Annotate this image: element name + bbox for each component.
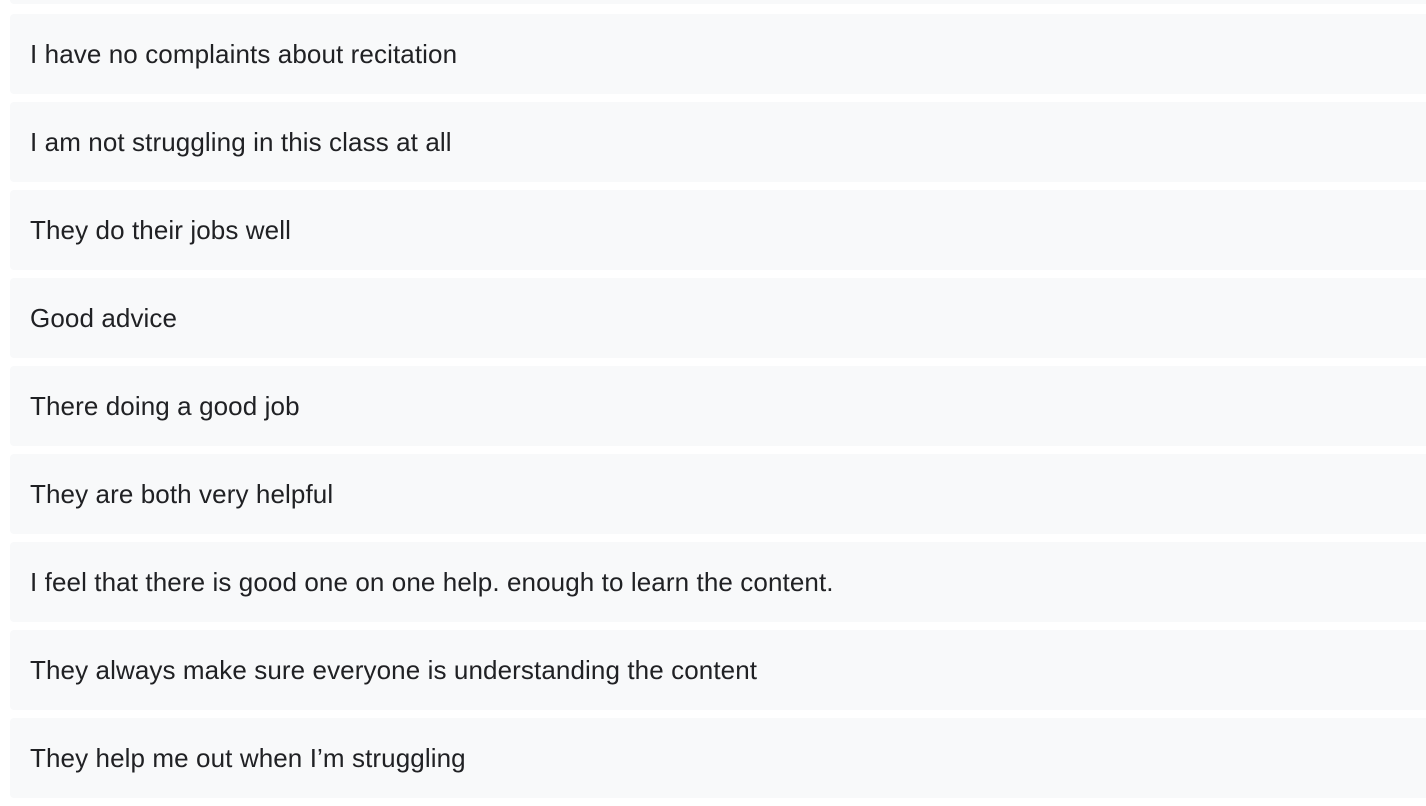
response-item: I have no complaints about recitation [10,14,1426,94]
response-item: They do their jobs well [10,190,1426,270]
response-item: There doing a good job [10,366,1426,446]
response-item: They help me out when I’m struggling [10,718,1426,798]
response-item: They are both very helpful [10,454,1426,534]
response-item: I am not struggling in this class at all [10,102,1426,182]
response-item: They always make sure everyone is unders… [10,630,1426,710]
response-item: I feel that there is good one on one hel… [10,542,1426,622]
response-list: I have no complaints about recitation I … [0,0,1426,806]
response-item: Good advice [10,278,1426,358]
response-item-partial [10,0,1426,4]
